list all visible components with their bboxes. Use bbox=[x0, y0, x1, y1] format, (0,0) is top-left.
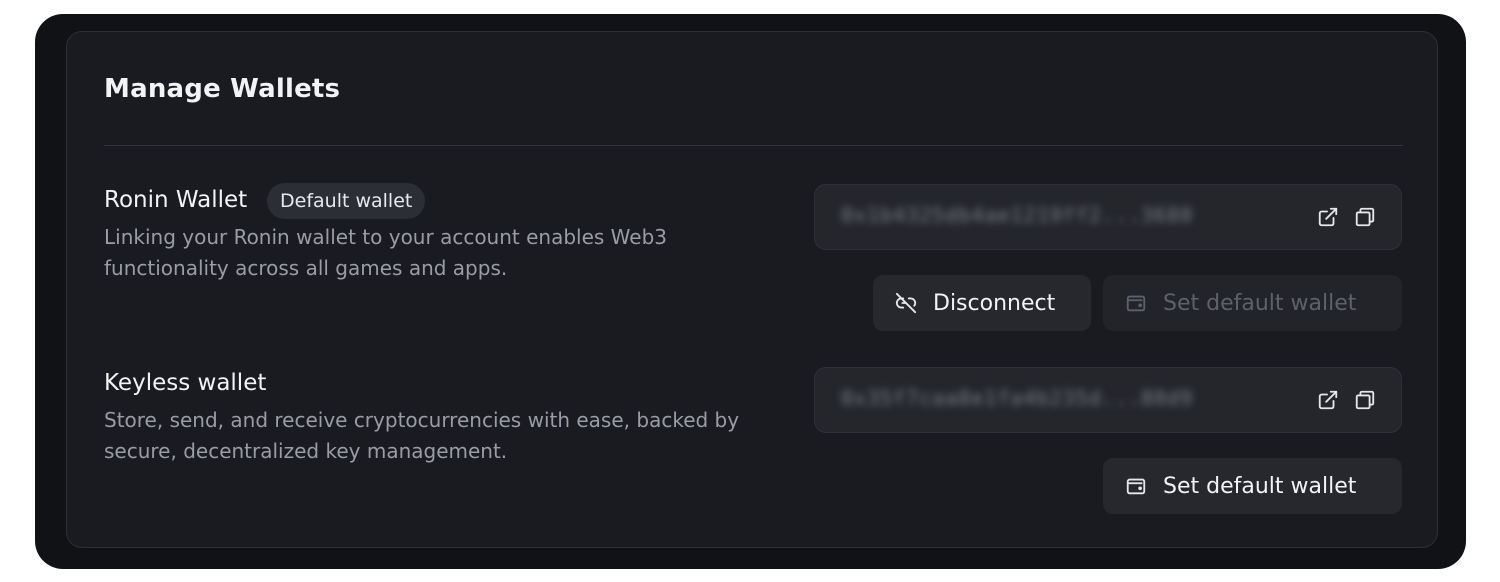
manage-wallets-card: Manage Wallets Ronin Wallet Default wall… bbox=[66, 31, 1438, 548]
copy-icon[interactable] bbox=[1354, 389, 1376, 411]
disconnect-label: Disconnect bbox=[933, 290, 1056, 316]
copy-icon[interactable] bbox=[1354, 206, 1376, 228]
keyless-wallet-name: Keyless wallet bbox=[104, 370, 267, 396]
ronin-wallet-description: Linking your Ronin wallet to your accoun… bbox=[104, 225, 667, 280]
page-title: Manage Wallets bbox=[104, 74, 341, 104]
keyless-wallet-address-field: 0x35f7caa8e1fa4b235d...80d9 bbox=[814, 367, 1402, 433]
default-wallet-badge: Default wallet bbox=[267, 183, 426, 219]
ronin-wallet-address: 0x1b4325db4ae1219ff2...3680 bbox=[841, 203, 1194, 227]
divider bbox=[104, 145, 1403, 146]
unlink-icon bbox=[895, 292, 917, 314]
external-link-icon[interactable] bbox=[1317, 206, 1339, 228]
ronin-wallet-name: Ronin Wallet bbox=[104, 187, 248, 213]
external-link-icon[interactable] bbox=[1317, 389, 1339, 411]
keyless-wallet-address: 0x35f7caa8e1fa4b235d...80d9 bbox=[841, 386, 1194, 410]
keyless-wallet-description: Store, send, and receive cryptocurrencie… bbox=[104, 408, 740, 463]
wallet-icon bbox=[1125, 292, 1147, 314]
set-default-wallet-label: Set default wallet bbox=[1163, 290, 1357, 316]
set-default-wallet-label: Set default wallet bbox=[1163, 473, 1357, 499]
ronin-set-default-wallet-button[interactable]: Set default wallet bbox=[1103, 275, 1402, 331]
wallet-icon bbox=[1125, 475, 1147, 497]
keyless-set-default-wallet-button[interactable]: Set default wallet bbox=[1103, 458, 1402, 514]
ronin-wallet-address-field: 0x1b4325db4ae1219ff2...3680 bbox=[814, 184, 1402, 250]
disconnect-button[interactable]: Disconnect bbox=[873, 275, 1091, 331]
